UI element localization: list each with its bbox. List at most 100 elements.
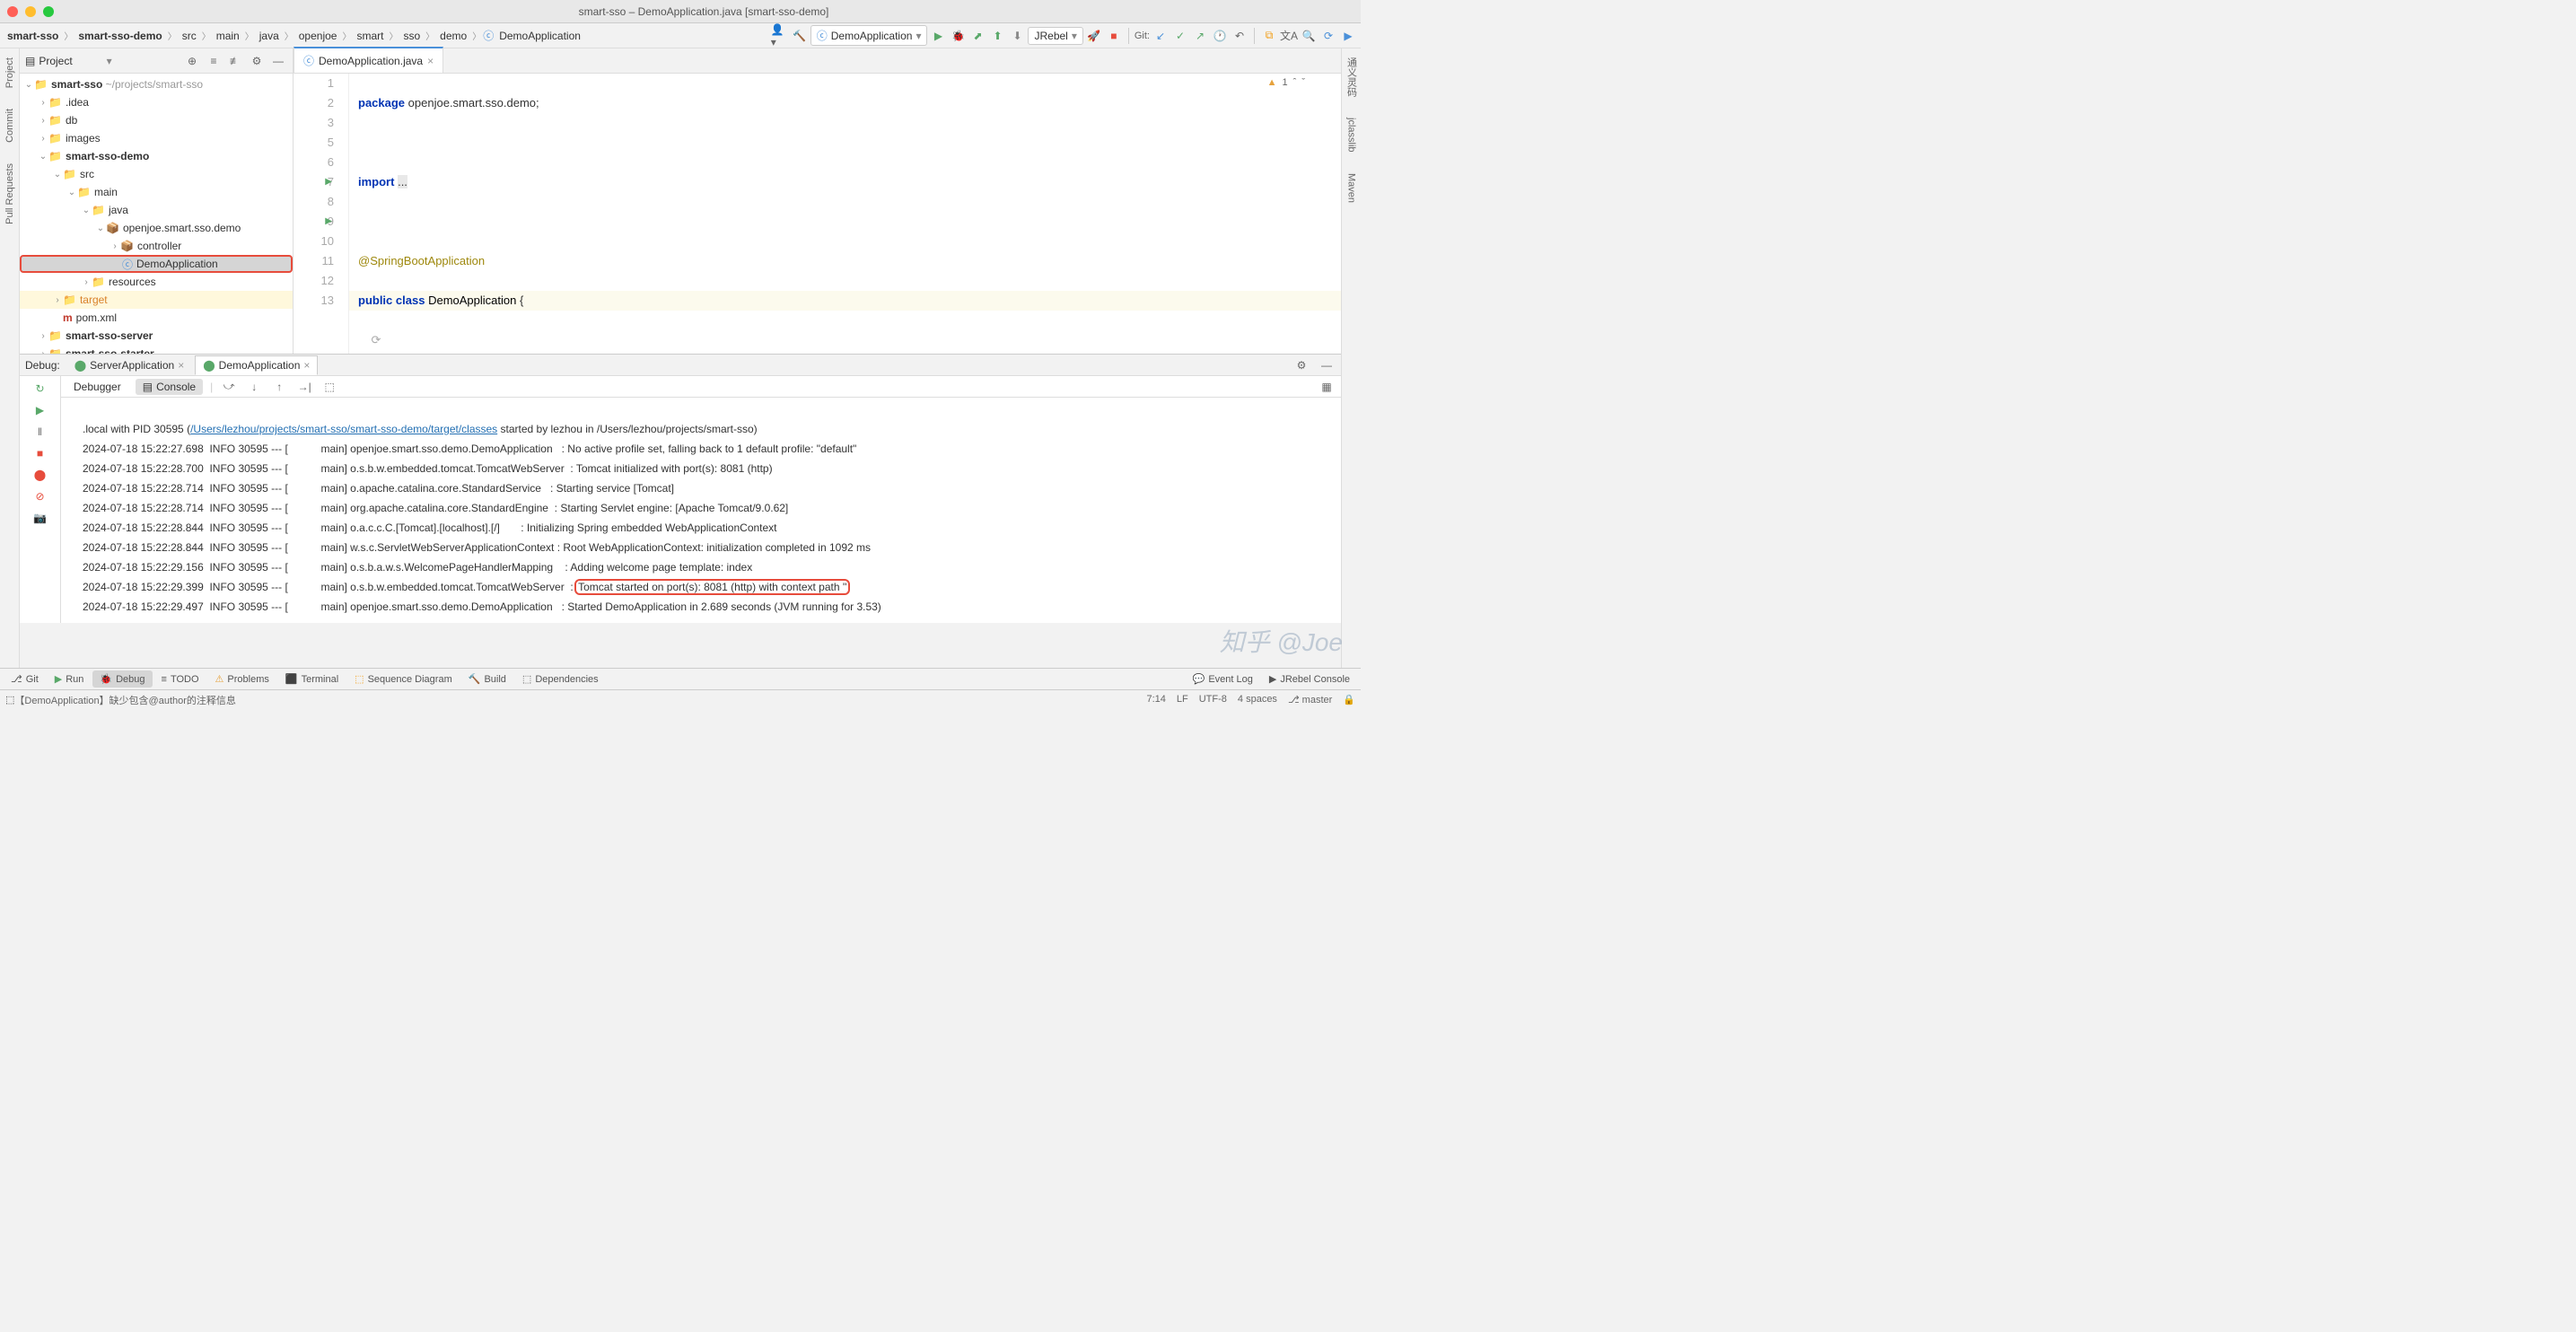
expand-icon[interactable]: ≡ [205,52,223,70]
tree-node[interactable]: ⌄📦openjoe.smart.sso.demo [20,219,293,237]
tree-node-selected[interactable]: ⓒDemoApplication [20,255,293,273]
run-button[interactable]: ▶ [929,27,947,45]
run-to-cursor-icon[interactable]: →| [295,378,313,396]
inspection-badge[interactable]: ▲1 ˆˇ [1267,77,1305,88]
locate-icon[interactable]: ⊕ [183,52,201,70]
run-tab[interactable]: ▶Run [48,670,92,688]
terminal-tab[interactable]: ⬛Terminal [278,670,346,688]
project-tool-button[interactable]: Project [4,54,15,92]
jrebel-run-icon[interactable]: 🚀 [1085,27,1103,45]
resume-button[interactable]: ▶ [31,401,49,419]
gear-icon[interactable]: ⚙ [1292,356,1310,374]
cursor-position[interactable]: 7:14 [1146,694,1165,705]
editor-tab[interactable]: ⓒ DemoApplication.java × [294,47,443,73]
jrebel-icon[interactable]: ▶ [1339,27,1357,45]
tree-node[interactable]: ›📁db [20,111,293,129]
debug-session-tab-active[interactable]: ⬤DemoApplication× [195,355,318,375]
git-tab[interactable]: ⎇Git [4,670,46,688]
hide-icon[interactable]: — [1318,356,1336,374]
maven-tool-button[interactable]: Maven [1346,170,1357,206]
git-rollback-icon[interactable]: ↶ [1231,27,1249,45]
mute-breakpoints-button[interactable]: ⊘ [31,487,49,505]
debug-button[interactable]: 🐞 [949,27,967,45]
jrebel-console-tab[interactable]: ▶JRebel Console [1262,670,1357,688]
run-gutter-icon[interactable]: ▶ [325,172,332,192]
evaluate-icon[interactable]: ⬚ [320,378,338,396]
coverage-button[interactable]: ⬈ [968,27,986,45]
code-content[interactable]: package openjoe.smart.sso.demo; import .… [349,74,1341,354]
debugger-tab[interactable]: Debugger [66,379,128,395]
problems-tab[interactable]: ⚠Problems [208,670,276,688]
console-output[interactable]: .local with PID 30595 (/Users/lezhou/pro… [61,398,1341,623]
breadcrumb-item[interactable]: java [256,28,283,44]
run-gutter-icon[interactable]: ▶ [325,212,332,232]
stop-button[interactable]: ■ [31,444,49,462]
breadcrumb-item[interactable]: src [179,28,200,44]
tree-node[interactable]: ⌄📁main [20,183,293,201]
show-diff-icon[interactable]: ⧉ [1260,27,1278,45]
rerun-button[interactable]: ↻ [31,380,49,398]
todo-tab[interactable]: ≡TODO [154,671,206,688]
jclasslib-tool-button[interactable]: jclasslib [1346,114,1357,156]
view-breakpoints-button[interactable]: ⬤ [31,466,49,484]
indent-config[interactable]: 4 spaces [1238,694,1277,705]
stop-button[interactable]: ■ [1105,27,1123,45]
build-tab[interactable]: 🔨Build [461,670,513,688]
layout-icon[interactable]: ▦ [1318,378,1336,396]
user-icon[interactable]: 👤▾ [771,27,789,45]
line-separator[interactable]: LF [1177,694,1188,705]
collapse-icon[interactable]: ≢ [226,52,244,70]
git-push-icon[interactable]: ↗ [1191,27,1209,45]
project-view-icon[interactable]: ▤ [25,55,35,67]
gear-icon[interactable]: ⚙ [248,52,266,70]
breadcrumb-item[interactable]: main [213,28,243,44]
debug-session-tab[interactable]: ⬤ServerApplication× [67,356,192,374]
tree-node[interactable]: ›📁smart-sso-starter [20,345,293,354]
step-out-icon[interactable]: ↑ [270,378,288,396]
breadcrumb-item[interactable]: smart [353,28,387,44]
file-encoding[interactable]: UTF-8 [1199,694,1227,705]
tree-node[interactable]: ›📁target [20,291,293,309]
breadcrumb-item[interactable]: sso [399,28,424,44]
hide-icon[interactable]: — [269,52,287,70]
code-area[interactable]: 12356 7▶ 8 9▶ 10111213 package openjoe.s… [294,74,1341,354]
build-icon[interactable]: 🔨 [791,27,809,45]
tree-node-root[interactable]: ⌄📁smart-sso ~/projects/smart-sso [20,75,293,93]
debug-tab[interactable]: 🐞Debug [92,670,152,688]
tree-node[interactable]: ⌄📁src [20,165,293,183]
search-icon[interactable]: 🔍 [1300,27,1318,45]
step-over-icon[interactable]: ⤻ [220,378,238,396]
project-tree[interactable]: ⌄📁smart-sso ~/projects/smart-sso ›📁.idea… [20,74,293,354]
step-into-icon[interactable]: ↓ [245,378,263,396]
jrebel-select[interactable]: JRebel ▾ [1028,27,1082,45]
tree-node[interactable]: ›📦controller [20,237,293,255]
sequence-tab[interactable]: ⬚Sequence Diagram [347,670,460,688]
breadcrumb-item[interactable]: smart-sso-demo [74,28,165,44]
attach-button[interactable]: ⬇ [1008,27,1026,45]
tree-node[interactable]: ›📁resources [20,273,293,291]
tree-node[interactable]: ⌄📁java [20,201,293,219]
close-tab-icon[interactable]: × [427,55,434,67]
tree-node[interactable]: ⌄📁smart-sso-demo [20,147,293,165]
git-commit-icon[interactable]: ✓ [1171,27,1189,45]
sync-icon[interactable]: ⟳ [1319,27,1337,45]
pause-button[interactable]: ‖ [31,423,49,441]
console-link[interactable]: /Users/lezhou/projects/smart-sso/smart-s… [190,423,497,435]
console-tab[interactable]: ▤Console [136,379,203,395]
tree-node[interactable]: ›📁.idea [20,93,293,111]
tongyi-tool-button[interactable]: 通义灵码 [1345,54,1359,101]
breadcrumb-item[interactable]: openjoe [295,28,341,44]
git-update-icon[interactable]: ↙ [1152,27,1170,45]
lock-icon[interactable]: 🔒 [1343,694,1355,705]
breadcrumb-item[interactable]: smart-sso [4,28,62,44]
translate-icon[interactable]: 文A [1280,27,1298,45]
tree-node[interactable]: ›📁images [20,129,293,147]
breadcrumb-item[interactable]: DemoApplication [495,28,584,44]
git-branch[interactable]: ⎇ master [1288,694,1332,705]
tree-node[interactable]: ›📁smart-sso-server [20,327,293,345]
close-window-button[interactable] [7,6,18,17]
commit-tool-button[interactable]: Commit [4,105,15,146]
pull-requests-tool-button[interactable]: Pull Requests [4,160,15,228]
tree-node[interactable]: mpom.xml [20,309,293,327]
camera-icon[interactable]: 📷 [31,509,49,527]
